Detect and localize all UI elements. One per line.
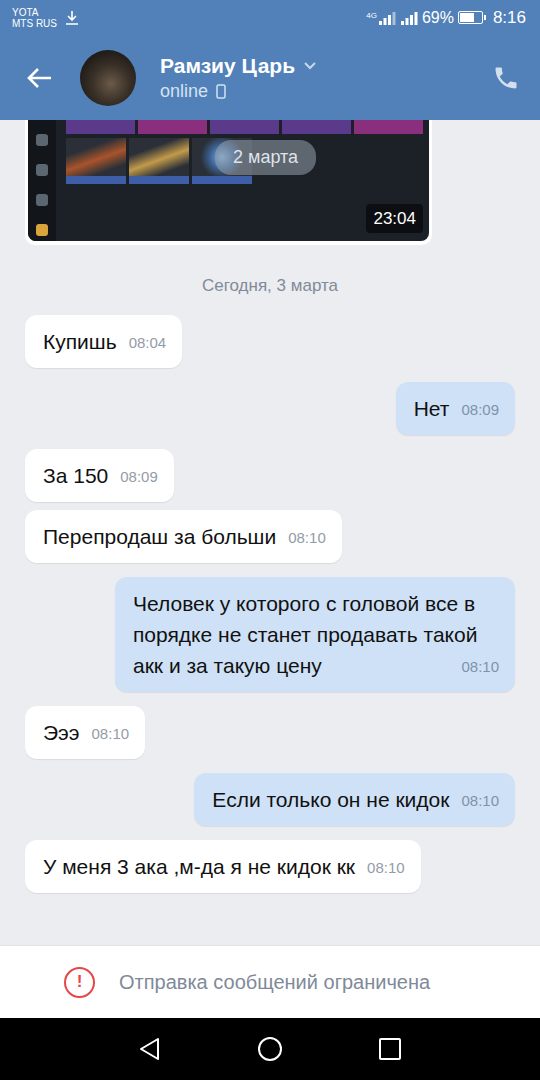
chat-header: Рамзиу Царь online: [0, 35, 540, 120]
message-time: 08:09: [120, 468, 158, 486]
avatar[interactable]: [80, 50, 136, 106]
message-row: За 150 08:09: [25, 449, 515, 502]
message-text: За 150: [43, 464, 108, 487]
mobile-icon: [216, 79, 226, 103]
battery-percent: 69%: [422, 6, 454, 30]
status-bar: YOTA MTS RUS 4G 69% 8:16: [0, 0, 540, 35]
message-row: Человек у которого с головой все в поряд…: [25, 577, 515, 692]
message-bubble[interactable]: Перепродаш за больши 08:10: [25, 510, 342, 563]
network-type: 4G: [366, 12, 377, 20]
recents-square-icon[interactable]: [370, 1029, 410, 1069]
message-row: Купишь 08:04: [25, 315, 515, 368]
download-icon: [65, 6, 79, 30]
home-circle-icon[interactable]: [250, 1029, 290, 1069]
message-text: Если только он не кидок: [212, 788, 449, 811]
message-row: Перепродаш за больши 08:10: [25, 510, 515, 563]
signal-icon: [378, 6, 396, 30]
clock: 8:16: [493, 5, 526, 31]
app-screen: YOTA MTS RUS 4G 69% 8:16 Р: [0, 0, 540, 1080]
carrier-name: YOTA: [12, 7, 57, 18]
message-bubble[interactable]: Человек у которого с головой все в поряд…: [115, 577, 515, 692]
message-bubble[interactable]: За 150 08:09: [25, 449, 174, 502]
message-text: Перепродаш за больши: [43, 525, 276, 548]
message-time: 08:10: [461, 658, 499, 676]
message-bubble[interactable]: Эээ 08:10: [25, 706, 145, 759]
back-triangle-icon[interactable]: [130, 1029, 170, 1069]
battery-icon: [458, 11, 483, 24]
message-time: 08:10: [92, 725, 130, 743]
message-bubble[interactable]: Если только он не кидок 08:10: [194, 773, 515, 826]
message-text: Эээ: [43, 721, 80, 744]
message-time: 08:10: [461, 792, 499, 810]
message-row: Если только он не кидок 08:10: [25, 773, 515, 826]
contact-name[interactable]: Рамзиу Царь: [160, 53, 295, 79]
navigation-bar: [0, 1018, 540, 1080]
input-restricted-bar: ! Отправка сообщений ограничена: [0, 945, 540, 1018]
message-text: Купишь: [43, 330, 117, 353]
restriction-notice: Отправка сообщений ограничена: [119, 967, 430, 997]
message-list: 23:04 2 марта Сегодня, 3 марта Купишь 08:…: [0, 120, 540, 945]
message-row: Нет 08:09: [25, 382, 515, 435]
message-row: У меня 3 ака ,м-да я не кидок кк 08:10: [25, 840, 515, 893]
message-text: У меня 3 ака ,м-да я не кидок кк: [43, 855, 355, 878]
message-time: 23:04: [366, 204, 423, 234]
image-message[interactable]: 23:04: [25, 120, 432, 245]
message-bubble[interactable]: У меня 3 ака ,м-да я не кидок кк 08:10: [25, 840, 421, 893]
message-time: 08:10: [367, 859, 405, 877]
message-time: 08:04: [129, 334, 167, 352]
back-arrow-icon[interactable]: [26, 64, 54, 92]
message-row: Эээ 08:10: [25, 706, 515, 759]
online-status: online: [160, 79, 208, 103]
carriers: YOTA MTS RUS: [12, 7, 57, 29]
messages: Купишь 08:04 Нет 08:09 За 150 08:09 Перепродаш…: [25, 315, 515, 893]
carrier-name: MTS RUS: [12, 18, 57, 29]
chevron-down-icon[interactable]: [303, 54, 317, 78]
signal-icon: [400, 6, 418, 30]
message-time: 08:09: [461, 401, 499, 419]
date-divider: Сегодня, 3 марта: [25, 275, 515, 297]
message-bubble[interactable]: Нет 08:09: [396, 382, 515, 435]
warning-icon: !: [64, 967, 95, 998]
contact-info[interactable]: Рамзиу Царь online: [160, 53, 317, 103]
message-text: Человек у которого с головой все в поряд…: [133, 592, 477, 677]
phone-icon[interactable]: [492, 64, 520, 92]
message-time: 08:10: [288, 529, 326, 547]
battery-fill: [460, 13, 474, 22]
game-screenshot[interactable]: 23:04: [28, 120, 429, 241]
message-bubble[interactable]: Купишь 08:04: [25, 315, 182, 368]
floating-date: 2 марта: [215, 140, 316, 175]
message-text: Нет: [414, 397, 450, 420]
